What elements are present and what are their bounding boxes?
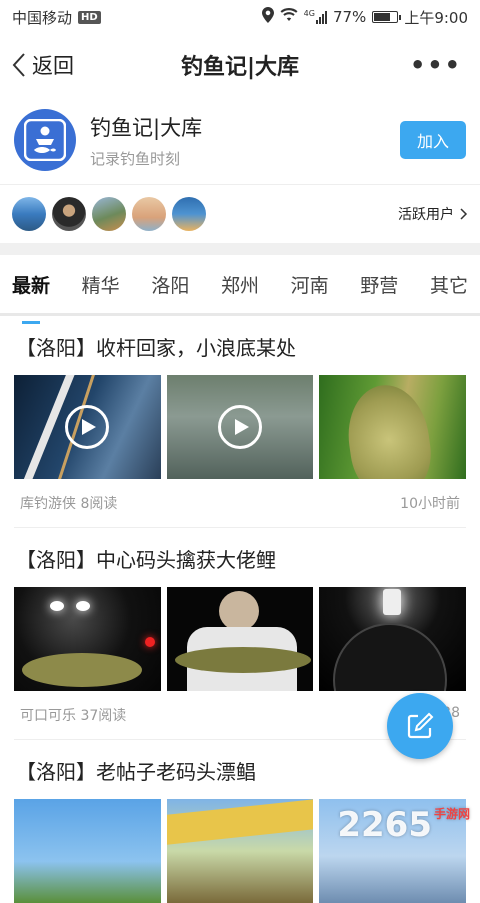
play-icon: [218, 405, 262, 449]
tab-other[interactable]: 其它: [430, 261, 468, 308]
tab-zhengzhou[interactable]: 郑州: [221, 261, 259, 308]
back-label: 返回: [32, 54, 74, 78]
avatar[interactable]: [52, 197, 86, 231]
avatar[interactable]: [132, 197, 166, 231]
battery-percent: 77%: [332, 8, 367, 26]
avatar[interactable]: [12, 197, 46, 231]
post-image[interactable]: [319, 375, 467, 479]
battery-fill: [374, 13, 391, 21]
avatar[interactable]: [172, 197, 206, 231]
chevron-right-icon: [460, 208, 468, 220]
active-users-link[interactable]: 活跃用户: [398, 204, 468, 224]
post-title[interactable]: 【洛阳】收杆回家，小浪底某处: [14, 316, 466, 375]
post-author-reads: 库钓游侠 8阅读: [20, 496, 118, 512]
section-divider: [0, 243, 480, 255]
post-time: 10小时前: [400, 496, 460, 512]
active-users-label: 活跃用户: [398, 207, 454, 223]
back-button[interactable]: 返回: [0, 50, 74, 80]
wifi-icon: [280, 8, 298, 26]
more-options-icon[interactable]: •••: [410, 53, 480, 77]
post-author-reads: 可口可乐 37阅读: [20, 708, 127, 724]
post-video-thumbnail[interactable]: [166, 375, 314, 479]
edit-icon: [407, 712, 434, 739]
post-video-thumbnail[interactable]: [14, 375, 161, 479]
group-name: 钓鱼记|大库: [90, 115, 203, 140]
group-header: 钓鱼记|大库 记录钓鱼时刻 加入: [0, 96, 480, 185]
battery-icon: [372, 11, 402, 23]
tab-featured[interactable]: 精华: [82, 261, 120, 308]
post-title[interactable]: 【洛阳】中心码头擒获大佬鲤: [14, 528, 466, 587]
post-image[interactable]: [14, 587, 161, 691]
post-image[interactable]: [166, 587, 314, 691]
clock: 上午9:00: [404, 8, 468, 27]
status-bar: 中国移动 HD 4G 77% 上午9:00: [0, 0, 480, 34]
active-users-row[interactable]: 活跃用户: [0, 185, 480, 243]
post-image[interactable]: [14, 799, 161, 903]
watermark-subtext: 手游网: [433, 807, 470, 821]
join-button[interactable]: 加入: [400, 121, 466, 159]
watermark-text: 2265: [337, 805, 432, 845]
group-logo-icon: [14, 109, 76, 171]
chevron-left-icon: [12, 53, 25, 77]
location-icon: [261, 7, 274, 27]
post-image[interactable]: [166, 799, 314, 903]
tab-luoyang[interactable]: 洛阳: [151, 261, 189, 308]
network-type: 4G: [303, 9, 315, 18]
carrier-name: 中国移动: [12, 8, 73, 27]
post-image[interactable]: [319, 587, 467, 691]
tab-henan[interactable]: 河南: [291, 261, 329, 308]
post-item[interactable]: 【洛阳】收杆回家，小浪底某处 库钓游侠 8阅读 10小时前: [14, 316, 467, 528]
avatar[interactable]: [92, 197, 126, 231]
tab-camping[interactable]: 野营: [360, 261, 398, 308]
signal-icon: 4G: [304, 10, 327, 24]
watermark-logo: 2265 手游网: [337, 805, 470, 845]
play-icon: [65, 405, 110, 449]
tab-latest[interactable]: 最新: [12, 261, 50, 324]
category-tabs: 最新 精华 洛阳 郑州 河南 野营 其它: [0, 255, 480, 324]
hd-badge: HD: [78, 10, 101, 24]
group-subtitle: 记录钓鱼时刻: [90, 149, 181, 168]
compose-button[interactable]: [387, 693, 453, 759]
nav-bar: 返回 钓鱼记|大库 •••: [0, 34, 480, 96]
